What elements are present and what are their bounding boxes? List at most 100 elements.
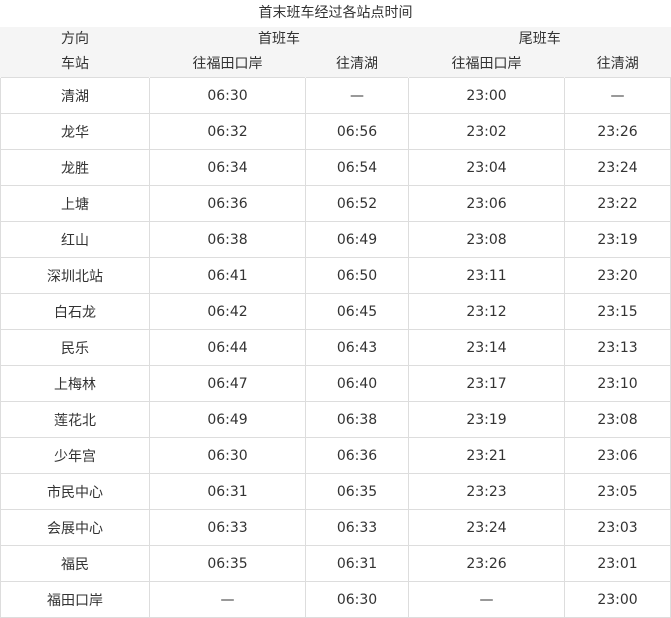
- last-futian-cell: 23:14: [408, 329, 565, 366]
- station-cell: 上梅林: [0, 365, 150, 402]
- station-cell: 龙胜: [0, 149, 150, 186]
- table-row: 民乐 06:44 06:43 23:14 23:13: [0, 329, 671, 366]
- last-futian-cell: 23:17: [408, 365, 565, 402]
- station-cell: 上塘: [0, 185, 150, 222]
- last-to-futian-header: 往福田口岸: [408, 52, 565, 78]
- first-train-header: 首班车: [149, 27, 409, 52]
- table-body: 清湖 06:30 — 23:00 — 龙华 06:32 06:56 23:02 …: [0, 77, 671, 618]
- last-futian-cell: 23:19: [408, 401, 565, 438]
- first-futian-cell: 06:41: [149, 257, 306, 294]
- table-row: 少年宫 06:30 06:36 23:21 23:06: [0, 437, 671, 474]
- station-cell: 福田口岸: [0, 581, 150, 618]
- last-futian-cell: 23:26: [408, 545, 565, 582]
- last-futian-cell: 23:00: [408, 77, 565, 114]
- last-qinghu-cell: —: [564, 77, 671, 114]
- last-futian-cell: 23:04: [408, 149, 565, 186]
- last-qinghu-cell: 23:01: [564, 545, 671, 582]
- last-qinghu-cell: 23:24: [564, 149, 671, 186]
- station-cell: 福民: [0, 545, 150, 582]
- first-futian-cell: 06:32: [149, 113, 306, 150]
- last-qinghu-cell: 23:03: [564, 509, 671, 546]
- table-row: 龙胜 06:34 06:54 23:04 23:24: [0, 149, 671, 186]
- timetable-container: 首末班车经过各站点时间 方向 首班车 尾班车 车站 往福田口岸 往清湖 往福田口…: [0, 0, 671, 618]
- first-qinghu-cell: 06:52: [305, 185, 409, 222]
- direction-header: 方向: [0, 27, 150, 52]
- table-row: 福田口岸 — 06:30 — 23:00: [0, 581, 671, 618]
- first-futian-cell: 06:38: [149, 221, 306, 258]
- first-qinghu-cell: 06:30: [305, 581, 409, 618]
- first-futian-cell: 06:36: [149, 185, 306, 222]
- last-futian-cell: 23:02: [408, 113, 565, 150]
- first-futian-cell: 06:47: [149, 365, 306, 402]
- last-futian-cell: —: [408, 581, 565, 618]
- station-cell: 市民中心: [0, 473, 150, 510]
- table-caption: 首末班车经过各站点时间: [258, 5, 413, 21]
- last-train-header: 尾班车: [408, 27, 671, 52]
- last-to-qinghu-header: 往清湖: [564, 52, 671, 78]
- table-row: 福民 06:35 06:31 23:26 23:01: [0, 545, 671, 582]
- table-row: 莲花北 06:49 06:38 23:19 23:08: [0, 401, 671, 438]
- first-futian-cell: 06:33: [149, 509, 306, 546]
- first-qinghu-cell: 06:56: [305, 113, 409, 150]
- last-qinghu-cell: 23:20: [564, 257, 671, 294]
- station-cell: 深圳北站: [0, 257, 150, 294]
- station-cell: 龙华: [0, 113, 150, 150]
- first-futian-cell: 06:35: [149, 545, 306, 582]
- table-row: 上塘 06:36 06:52 23:06 23:22: [0, 185, 671, 222]
- first-futian-cell: 06:30: [149, 437, 306, 474]
- last-qinghu-cell: 23:10: [564, 365, 671, 402]
- first-qinghu-cell: 06:33: [305, 509, 409, 546]
- station-cell: 少年宫: [0, 437, 150, 474]
- first-futian-cell: 06:34: [149, 149, 306, 186]
- table-row: 清湖 06:30 — 23:00 —: [0, 77, 671, 114]
- first-qinghu-cell: 06:40: [305, 365, 409, 402]
- last-futian-cell: 23:23: [408, 473, 565, 510]
- last-futian-cell: 23:11: [408, 257, 565, 294]
- last-qinghu-cell: 23:13: [564, 329, 671, 366]
- last-futian-cell: 23:06: [408, 185, 565, 222]
- first-to-qinghu-header: 往清湖: [305, 52, 409, 78]
- first-qinghu-cell: 06:36: [305, 437, 409, 474]
- station-cell: 民乐: [0, 329, 150, 366]
- last-qinghu-cell: 23:00: [564, 581, 671, 618]
- first-qinghu-cell: 06:49: [305, 221, 409, 258]
- table-row: 会展中心 06:33 06:33 23:24 23:03: [0, 509, 671, 546]
- timetable: 方向 首班车 尾班车 车站 往福田口岸 往清湖 往福田口岸 往清湖 清湖 06:…: [0, 27, 671, 618]
- station-cell: 莲花北: [0, 401, 150, 438]
- first-futian-cell: 06:31: [149, 473, 306, 510]
- last-qinghu-cell: 23:08: [564, 401, 671, 438]
- first-qinghu-cell: 06:35: [305, 473, 409, 510]
- first-futian-cell: 06:42: [149, 293, 306, 330]
- first-futian-cell: 06:49: [149, 401, 306, 438]
- table-row: 白石龙 06:42 06:45 23:12 23:15: [0, 293, 671, 330]
- table-row: 市民中心 06:31 06:35 23:23 23:05: [0, 473, 671, 510]
- first-qinghu-cell: 06:38: [305, 401, 409, 438]
- first-qinghu-cell: —: [305, 77, 409, 114]
- header-row-1: 方向 首班车 尾班车: [0, 27, 671, 52]
- first-to-futian-header: 往福田口岸: [149, 52, 306, 78]
- first-qinghu-cell: 06:43: [305, 329, 409, 366]
- station-cell: 会展中心: [0, 509, 150, 546]
- table-row: 红山 06:38 06:49 23:08 23:19: [0, 221, 671, 258]
- station-cell: 清湖: [0, 77, 150, 114]
- last-futian-cell: 23:24: [408, 509, 565, 546]
- table-row: 龙华 06:32 06:56 23:02 23:26: [0, 113, 671, 150]
- station-cell: 白石龙: [0, 293, 150, 330]
- last-qinghu-cell: 23:22: [564, 185, 671, 222]
- first-qinghu-cell: 06:31: [305, 545, 409, 582]
- first-qinghu-cell: 06:54: [305, 149, 409, 186]
- last-qinghu-cell: 23:19: [564, 221, 671, 258]
- last-futian-cell: 23:21: [408, 437, 565, 474]
- table-row: 深圳北站 06:41 06:50 23:11 23:20: [0, 257, 671, 294]
- station-header: 车站: [0, 52, 150, 78]
- last-qinghu-cell: 23:06: [564, 437, 671, 474]
- first-futian-cell: 06:44: [149, 329, 306, 366]
- first-futian-cell: 06:30: [149, 77, 306, 114]
- last-futian-cell: 23:08: [408, 221, 565, 258]
- table-header: 方向 首班车 尾班车 车站 往福田口岸 往清湖 往福田口岸 往清湖: [0, 27, 671, 78]
- last-futian-cell: 23:12: [408, 293, 565, 330]
- first-qinghu-cell: 06:50: [305, 257, 409, 294]
- first-futian-cell: —: [149, 581, 306, 618]
- last-qinghu-cell: 23:05: [564, 473, 671, 510]
- last-qinghu-cell: 23:26: [564, 113, 671, 150]
